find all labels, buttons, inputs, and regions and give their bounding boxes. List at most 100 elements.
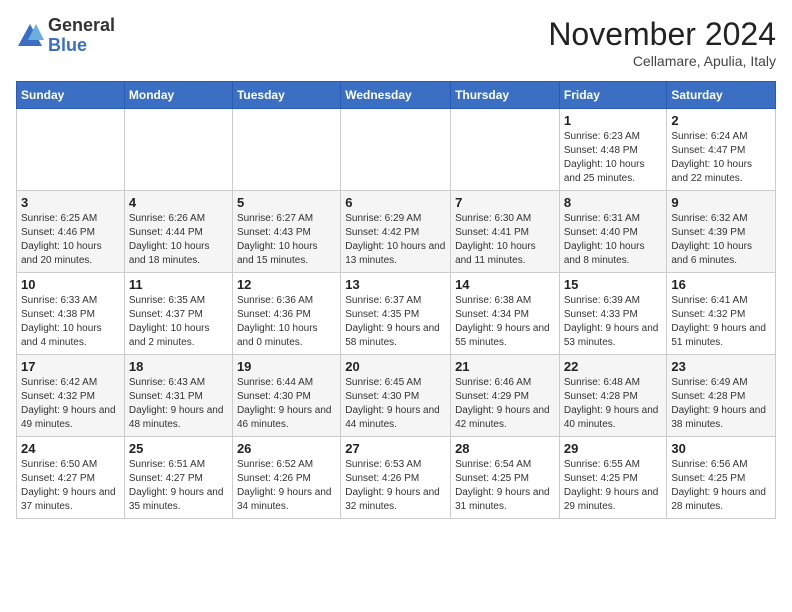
calendar-cell: [341, 109, 451, 191]
day-info: Sunrise: 6:39 AM Sunset: 4:33 PM Dayligh…: [564, 294, 663, 350]
day-number: 18: [129, 359, 228, 374]
logo-icon: [16, 22, 44, 50]
day-number: 21: [455, 359, 555, 374]
calendar-cell: [451, 109, 560, 191]
day-number: 29: [564, 441, 663, 456]
day-info: Sunrise: 6:30 AM Sunset: 4:41 PM Dayligh…: [455, 212, 555, 268]
logo-general: General: [48, 15, 115, 35]
day-info: Sunrise: 6:23 AM Sunset: 4:48 PM Dayligh…: [564, 130, 663, 186]
calendar-cell: 18Sunrise: 6:43 AM Sunset: 4:31 PM Dayli…: [124, 355, 232, 437]
calendar-cell: 5 Sunrise: 6:27 AM Sunset: 4:43 PM Daylig…: [232, 191, 340, 273]
location-subtitle: Cellamare, Apulia, Italy: [548, 53, 776, 69]
day-number: 17: [21, 359, 120, 374]
calendar-cell: 9 Sunrise: 6:32 AM Sunset: 4:39 PM Daylig…: [667, 191, 776, 273]
calendar-cell: 11Sunrise: 6:35 AM Sunset: 4:37 PM Dayli…: [124, 273, 232, 355]
day-number: 24: [21, 441, 120, 456]
day-info: Sunrise: 6:51 AM Sunset: 4:27 PM Dayligh…: [129, 458, 228, 514]
day-info: Sunrise: 6:27 AM Sunset: 4:43 PM Dayligh…: [237, 212, 336, 268]
calendar-cell: [17, 109, 125, 191]
day-number: 9: [671, 195, 771, 210]
day-info: Sunrise: 6:46 AM Sunset: 4:29 PM Dayligh…: [455, 376, 555, 432]
calendar-cell: [232, 109, 340, 191]
calendar-cell: 2 Sunrise: 6:24 AM Sunset: 4:47 PM Daylig…: [667, 109, 776, 191]
weekday-header: Sunday: [17, 82, 125, 109]
day-info: Sunrise: 6:26 AM Sunset: 4:44 PM Dayligh…: [129, 212, 228, 268]
calendar-week-row: 10Sunrise: 6:33 AM Sunset: 4:38 PM Dayli…: [17, 273, 776, 355]
calendar-cell: 29 Sunrise: 6:55 AM Sunset: 4:25 PM Dayli…: [559, 437, 667, 519]
day-number: 5: [237, 195, 336, 210]
logo-blue: Blue: [48, 35, 87, 55]
day-info: Sunrise: 6:44 AM Sunset: 4:30 PM Dayligh…: [237, 376, 336, 432]
weekday-header: Wednesday: [341, 82, 451, 109]
calendar-cell: 30Sunrise: 6:56 AM Sunset: 4:25 PM Dayli…: [667, 437, 776, 519]
calendar-cell: 6 Sunrise: 6:29 AM Sunset: 4:42 PM Daylig…: [341, 191, 451, 273]
calendar-cell: 27 Sunrise: 6:53 AM Sunset: 4:26 PM Dayli…: [341, 437, 451, 519]
calendar-cell: 17 Sunrise: 6:42 AM Sunset: 4:32 PM Dayli…: [17, 355, 125, 437]
calendar-cell: 25Sunrise: 6:51 AM Sunset: 4:27 PM Dayli…: [124, 437, 232, 519]
calendar-cell: 4 Sunrise: 6:26 AM Sunset: 4:44 PM Daylig…: [124, 191, 232, 273]
day-number: 10: [21, 277, 120, 292]
day-number: 7: [455, 195, 555, 210]
day-number: 15: [564, 277, 663, 292]
day-info: Sunrise: 6:29 AM Sunset: 4:42 PM Dayligh…: [345, 212, 446, 268]
logo-text: General Blue: [48, 16, 115, 56]
day-number: 8: [564, 195, 663, 210]
weekday-header: Tuesday: [232, 82, 340, 109]
title-block: November 2024 Cellamare, Apulia, Italy: [548, 16, 776, 69]
day-number: 26: [237, 441, 336, 456]
calendar-cell: 14 Sunrise: 6:38 AM Sunset: 4:34 PM Dayli…: [451, 273, 560, 355]
day-info: Sunrise: 6:41 AM Sunset: 4:32 PM Dayligh…: [671, 294, 771, 350]
logo: General Blue: [16, 16, 115, 56]
day-info: Sunrise: 6:25 AM Sunset: 4:46 PM Dayligh…: [21, 212, 120, 268]
day-info: Sunrise: 6:38 AM Sunset: 4:34 PM Dayligh…: [455, 294, 555, 350]
calendar-table: SundayMondayTuesdayWednesdayThursdayFrid…: [16, 81, 776, 519]
month-title: November 2024: [548, 16, 776, 53]
day-info: Sunrise: 6:24 AM Sunset: 4:47 PM Dayligh…: [671, 130, 771, 186]
weekday-header-row: SundayMondayTuesdayWednesdayThursdayFrid…: [17, 82, 776, 109]
calendar-week-row: 24 Sunrise: 6:50 AM Sunset: 4:27 PM Dayli…: [17, 437, 776, 519]
day-info: Sunrise: 6:31 AM Sunset: 4:40 PM Dayligh…: [564, 212, 663, 268]
day-info: Sunrise: 6:53 AM Sunset: 4:26 PM Dayligh…: [345, 458, 446, 514]
weekday-header: Monday: [124, 82, 232, 109]
calendar-cell: 12Sunrise: 6:36 AM Sunset: 4:36 PM Dayli…: [232, 273, 340, 355]
day-number: 6: [345, 195, 446, 210]
day-info: Sunrise: 6:45 AM Sunset: 4:30 PM Dayligh…: [345, 376, 446, 432]
calendar-week-row: 1Sunrise: 6:23 AM Sunset: 4:48 PM Daylig…: [17, 109, 776, 191]
day-number: 20: [345, 359, 446, 374]
calendar-cell: 16 Sunrise: 6:41 AM Sunset: 4:32 PM Dayli…: [667, 273, 776, 355]
calendar-cell: 22Sunrise: 6:48 AM Sunset: 4:28 PM Dayli…: [559, 355, 667, 437]
day-info: Sunrise: 6:32 AM Sunset: 4:39 PM Dayligh…: [671, 212, 771, 268]
day-number: 4: [129, 195, 228, 210]
day-info: Sunrise: 6:42 AM Sunset: 4:32 PM Dayligh…: [21, 376, 120, 432]
calendar-cell: 1Sunrise: 6:23 AM Sunset: 4:48 PM Daylig…: [559, 109, 667, 191]
page-header: General Blue November 2024 Cellamare, Ap…: [16, 16, 776, 69]
day-info: Sunrise: 6:55 AM Sunset: 4:25 PM Dayligh…: [564, 458, 663, 514]
calendar-cell: [124, 109, 232, 191]
day-number: 3: [21, 195, 120, 210]
day-info: Sunrise: 6:36 AM Sunset: 4:36 PM Dayligh…: [237, 294, 336, 350]
calendar-cell: 8 Sunrise: 6:31 AM Sunset: 4:40 PM Daylig…: [559, 191, 667, 273]
calendar-week-row: 17 Sunrise: 6:42 AM Sunset: 4:32 PM Dayli…: [17, 355, 776, 437]
day-number: 27: [345, 441, 446, 456]
day-info: Sunrise: 6:54 AM Sunset: 4:25 PM Dayligh…: [455, 458, 555, 514]
calendar-cell: 24 Sunrise: 6:50 AM Sunset: 4:27 PM Dayli…: [17, 437, 125, 519]
calendar-cell: 13Sunrise: 6:37 AM Sunset: 4:35 PM Dayli…: [341, 273, 451, 355]
calendar-cell: 10Sunrise: 6:33 AM Sunset: 4:38 PM Dayli…: [17, 273, 125, 355]
day-number: 28: [455, 441, 555, 456]
day-number: 2: [671, 113, 771, 128]
calendar-cell: 26 Sunrise: 6:52 AM Sunset: 4:26 PM Dayli…: [232, 437, 340, 519]
day-number: 16: [671, 277, 771, 292]
calendar-cell: 3 Sunrise: 6:25 AM Sunset: 4:46 PM Daylig…: [17, 191, 125, 273]
day-number: 23: [671, 359, 771, 374]
weekday-header: Friday: [559, 82, 667, 109]
day-info: Sunrise: 6:50 AM Sunset: 4:27 PM Dayligh…: [21, 458, 120, 514]
day-number: 22: [564, 359, 663, 374]
calendar-cell: 21 Sunrise: 6:46 AM Sunset: 4:29 PM Dayli…: [451, 355, 560, 437]
day-info: Sunrise: 6:52 AM Sunset: 4:26 PM Dayligh…: [237, 458, 336, 514]
day-info: Sunrise: 6:56 AM Sunset: 4:25 PM Dayligh…: [671, 458, 771, 514]
day-number: 19: [237, 359, 336, 374]
calendar-cell: 7 Sunrise: 6:30 AM Sunset: 4:41 PM Daylig…: [451, 191, 560, 273]
day-number: 14: [455, 277, 555, 292]
calendar-cell: 19 Sunrise: 6:44 AM Sunset: 4:30 PM Dayli…: [232, 355, 340, 437]
weekday-header: Thursday: [451, 82, 560, 109]
